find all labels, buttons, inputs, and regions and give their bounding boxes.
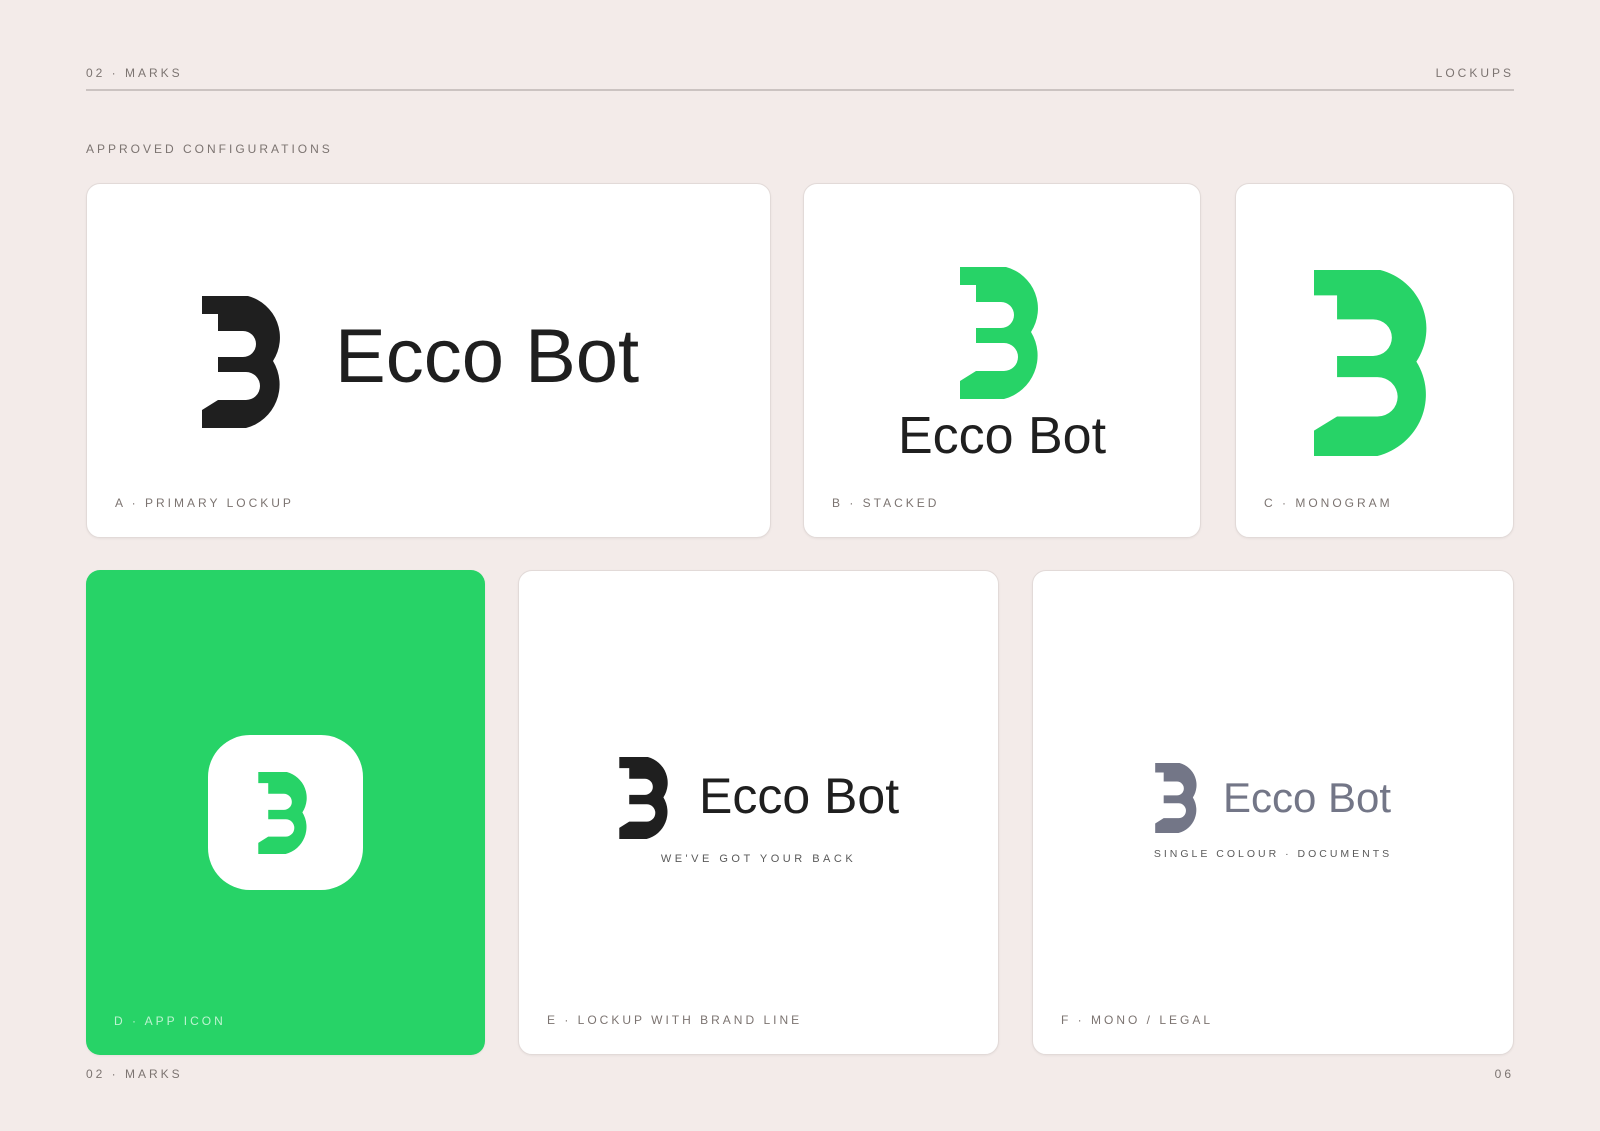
card-label: D · APP ICON	[114, 1014, 226, 1028]
footer-section: 02 · MARKS	[86, 1067, 183, 1081]
ecco-bot-logo-icon	[619, 757, 668, 839]
card-label: E · LOCKUP WITH BRAND LINE	[547, 1013, 803, 1027]
brand-wordmark: Ecco Bot	[897, 407, 1107, 465]
card-label: C · MONOGRAM	[1264, 496, 1393, 510]
ecco-bot-logo-icon	[960, 267, 1038, 399]
brand-wordmark: Ecco Bot	[335, 314, 640, 399]
ecco-bot-monogram-icon	[1314, 270, 1427, 456]
card-label: F · MONO / LEGAL	[1061, 1013, 1214, 1027]
card-label: B · STACKED	[832, 496, 940, 510]
ecco-bot-logo-icon	[1155, 763, 1197, 833]
card-app-icon: D · APP ICON	[86, 570, 485, 1055]
usage-note: SINGLE COLOUR · DOCUMENTS	[1153, 848, 1393, 860]
card-label: A · PRIMARY LOCKUP	[115, 496, 294, 510]
brand-guidelines-page: 02 · MARKS LOCKUPS APPROVED CONFIGURATIO…	[0, 0, 1600, 1131]
app-icon-tile	[208, 735, 363, 890]
section-header: 02 · MARKS	[86, 66, 183, 80]
section-title: APPROVED CONFIGURATIONS	[86, 142, 333, 156]
card-monogram: C · MONOGRAM	[1235, 183, 1514, 538]
page-topic: LOCKUPS	[1435, 66, 1514, 80]
header-divider	[86, 89, 1514, 91]
brand-wordmark: Ecco Bot	[1223, 774, 1392, 821]
ecco-bot-logo-icon	[202, 296, 280, 428]
page-number: 06	[1494, 1067, 1514, 1081]
card-mono-legal: Ecco Bot SINGLE COLOUR · DOCUMENTS F · M…	[1032, 570, 1514, 1055]
card-primary-lockup: Ecco Bot A · PRIMARY LOCKUP	[86, 183, 771, 538]
card-stacked: Ecco Bot B · STACKED	[803, 183, 1201, 538]
card-lockup-with-brand-line: Ecco Bot WE'VE GOT YOUR BACK E · LOCKUP …	[518, 570, 999, 1055]
ecco-bot-logo-icon	[258, 772, 307, 854]
brand-tagline: WE'VE GOT YOUR BACK	[660, 853, 857, 865]
brand-wordmark: Ecco Bot	[699, 768, 900, 824]
